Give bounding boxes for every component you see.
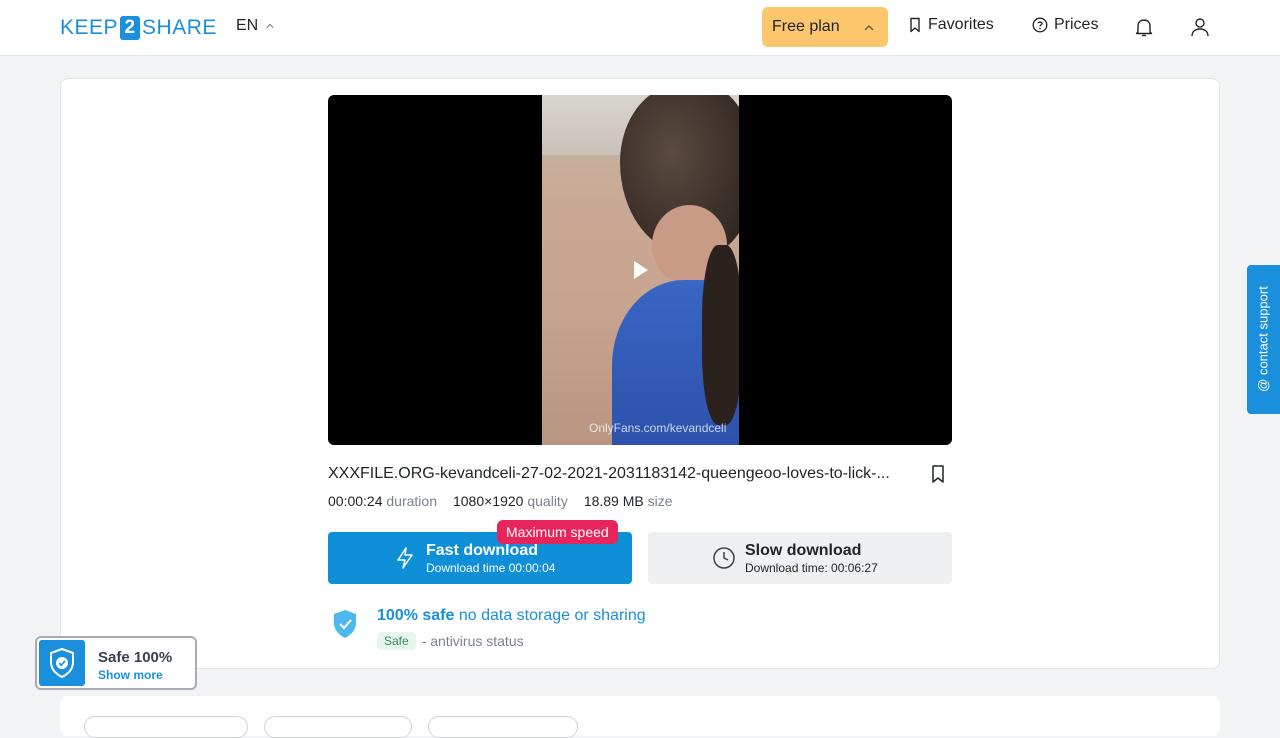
logo-2-mark: 2 (120, 16, 141, 40)
prices-link[interactable]: Prices (1032, 16, 1098, 34)
prices-label: Prices (1054, 16, 1099, 33)
size-meta: 18.89 MB size (583, 493, 673, 509)
safe-status-badge: Safe (377, 632, 416, 650)
bell-icon (1135, 19, 1153, 37)
duration-meta: 00:00:24 duration (328, 493, 437, 509)
account-button[interactable] (1188, 15, 1212, 39)
clock-icon (713, 547, 735, 569)
shield-check-icon (334, 610, 356, 638)
safety-statement: 100% safe no data storage or sharing (377, 607, 646, 625)
bookmark-icon (910, 17, 920, 33)
shield-check-icon (50, 647, 74, 679)
user-icon (1191, 18, 1209, 37)
contact-support-label: @ contact support (1255, 286, 1271, 392)
fast-download-time: Download time 00:00:04 (426, 561, 556, 575)
slow-download-button[interactable]: Slow download Download time: 00:06:27 (648, 532, 952, 584)
favorites-label: Favorites (928, 16, 994, 33)
chevron-up-icon (864, 25, 874, 31)
help-circle-icon (1032, 17, 1048, 33)
contact-support-tab[interactable]: @ contact support (1247, 265, 1280, 414)
lower-card-pill[interactable] (264, 716, 412, 738)
lower-card-pill[interactable] (84, 716, 248, 738)
language-label: EN (236, 17, 259, 34)
safety-note: no data storage or sharing (458, 607, 646, 624)
bookmark-icon (932, 465, 944, 483)
language-selector[interactable]: EN (236, 17, 274, 35)
antivirus-status: Safe - antivirus status (377, 632, 524, 650)
show-more-link[interactable]: Show more (98, 668, 163, 682)
file-name: XXXFILE.ORG-kevandceli-27-02-2021-203118… (328, 465, 890, 482)
free-plan-button[interactable]: Free plan (762, 7, 888, 47)
top-nav-bar: KEEP 2 SHARE EN Free plan Favorites Prices (0, 0, 1280, 56)
plan-label: Free plan (772, 18, 840, 35)
quality-meta: 1080×1920 quality (452, 493, 568, 509)
widget-title: Safe 100% (98, 649, 173, 666)
lower-card-pill[interactable] (428, 716, 578, 738)
slow-download-time: Download time: 00:06:27 (745, 561, 878, 575)
notifications-button[interactable] (1132, 15, 1156, 39)
logo-share-text: SHARE (142, 16, 217, 39)
chevron-up-icon (266, 23, 274, 28)
add-to-favorites-button[interactable] (926, 462, 950, 486)
file-meta: 00:00:24 duration 1080×1920 quality 18.8… (328, 493, 673, 509)
play-icon[interactable] (634, 261, 648, 279)
slow-download-title: Slow download (745, 542, 862, 559)
lightning-icon (397, 547, 413, 569)
safe-widget[interactable]: Safe 100% Show more (35, 636, 197, 690)
antivirus-status-text: - antivirus status (421, 633, 524, 649)
widget-shield-badge (39, 640, 85, 686)
logo-keep-text: KEEP (60, 16, 119, 39)
video-watermark: OnlyFans.com/kevandceli (589, 421, 727, 435)
fast-download-title: Fast download (426, 542, 538, 559)
keep2share-logo[interactable]: KEEP 2 SHARE (60, 15, 217, 41)
favorites-link[interactable]: Favorites (908, 16, 994, 34)
safety-bold: 100% safe (377, 607, 455, 624)
max-speed-badge: Maximum speed (497, 520, 618, 544)
video-preview[interactable]: OnlyFans.com/kevandceli (328, 95, 952, 445)
